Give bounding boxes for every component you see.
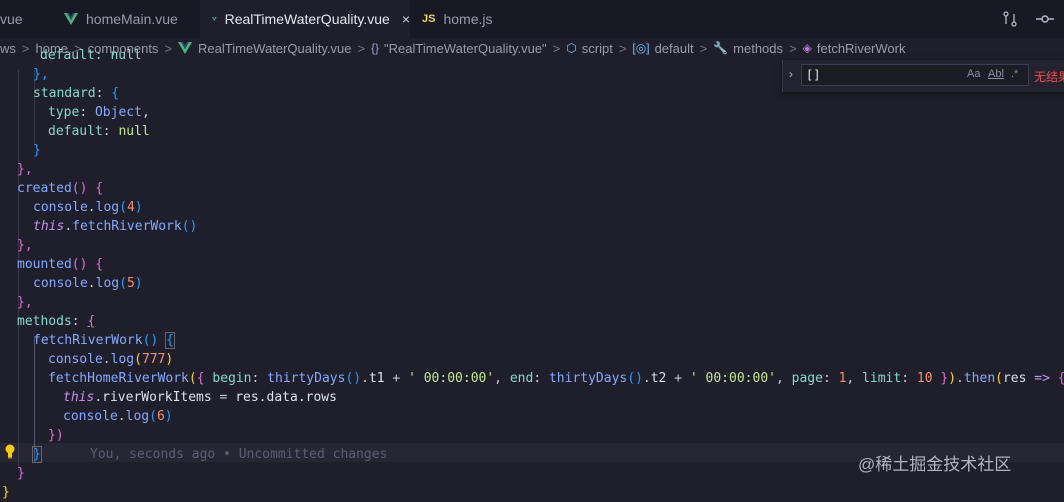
variable-icon: [◎]	[632, 41, 650, 55]
tab-realtimewaterquality[interactable]: RealTimeWaterQuality.vue ×	[200, 0, 410, 38]
code-line: this.riverWorkItems = res.data.rows	[63, 390, 337, 405]
git-commit-icon[interactable]	[1036, 11, 1054, 27]
code-line: }	[2, 485, 10, 500]
cube-icon: ⬡	[566, 41, 577, 55]
close-icon[interactable]: ×	[402, 11, 410, 27]
find-widget: › [] Aa Abl .* 无结果	[782, 60, 1064, 92]
code-line: },	[33, 67, 49, 82]
code-line: },	[17, 162, 33, 177]
code-line: console.log(6)	[63, 409, 173, 424]
breadcrumb: ws > home > components > RealTimeWaterQu…	[0, 40, 906, 56]
breadcrumb-item[interactable]: methods	[733, 41, 783, 56]
code-line: default: null	[48, 124, 150, 139]
tab-homejs[interactable]: JS home.js	[410, 0, 510, 38]
chevron-right-icon[interactable]: ›	[789, 67, 793, 81]
code-line: }	[17, 466, 25, 481]
breadcrumb-item[interactable]: RealTimeWaterQuality.vue	[198, 41, 351, 56]
method-icon: ◈	[802, 41, 812, 55]
lightbulb-icon[interactable]	[4, 444, 16, 459]
find-result-count: 无结果	[1034, 70, 1064, 84]
watermark: @稀土掘金技术社区	[858, 455, 1012, 474]
code-line: },	[17, 238, 33, 253]
tab-bar: vue homeMain.vue RealTimeWaterQuality.vu…	[0, 0, 1064, 38]
code-line: console.log(4)	[33, 200, 143, 215]
breadcrumb-item[interactable]: ws	[0, 41, 16, 56]
code-line: standard: {	[33, 86, 120, 101]
tab-label: RealTimeWaterQuality.vue	[224, 11, 390, 27]
match-whole-word-icon[interactable]: Abl	[988, 68, 1004, 80]
code-line: console.log(5)	[33, 276, 143, 291]
vue-icon	[178, 42, 193, 54]
git-blame-annotation: You, seconds ago • Uncommitted changes	[90, 447, 388, 462]
code-line: this.fetchRiverWork()	[33, 219, 198, 234]
breadcrumb-item[interactable]: default	[655, 41, 694, 56]
code-editor[interactable]: default: null }, standard: { type: Objec…	[0, 48, 1064, 500]
match-case-icon[interactable]: Aa	[967, 68, 980, 80]
tab-homemain[interactable]: homeMain.vue	[52, 0, 200, 38]
braces-icon: {}	[371, 41, 380, 55]
code-line: mounted() {	[17, 257, 104, 272]
code-line: })	[48, 428, 64, 443]
tab-label: vue	[0, 11, 23, 27]
breadcrumb-item[interactable]: script	[582, 41, 613, 56]
breadcrumb-item[interactable]: "RealTimeWaterQuality.vue"	[384, 41, 547, 56]
code-line: }	[33, 143, 41, 158]
regex-icon[interactable]: .*	[1011, 68, 1018, 80]
code-line: },	[17, 295, 33, 310]
tab-prev-vue[interactable]: vue	[0, 0, 60, 38]
code-line: fetchRiverWork() {	[33, 332, 175, 349]
code-line: fetchHomeRiverWork({ begin: thirtyDays()…	[48, 371, 1064, 386]
code-line: methods: {	[17, 314, 96, 329]
js-icon: JS	[422, 13, 436, 25]
vue-icon	[64, 13, 78, 25]
code-line: default: null	[40, 48, 142, 63]
code-line: type: Object,	[48, 105, 150, 120]
code-line: console.log(777)	[48, 352, 174, 367]
code-line: }	[32, 446, 42, 463]
vue-icon	[212, 17, 217, 21]
code-line: created() {	[17, 181, 104, 196]
source-control-compare-icon[interactable]	[1002, 11, 1018, 27]
editor-actions	[1002, 0, 1054, 38]
wrench-icon: 🔧	[713, 41, 729, 55]
breadcrumb-item[interactable]: fetchRiverWork	[817, 41, 906, 56]
tab-label: home.js	[443, 11, 493, 27]
tab-label: homeMain.vue	[86, 11, 178, 27]
